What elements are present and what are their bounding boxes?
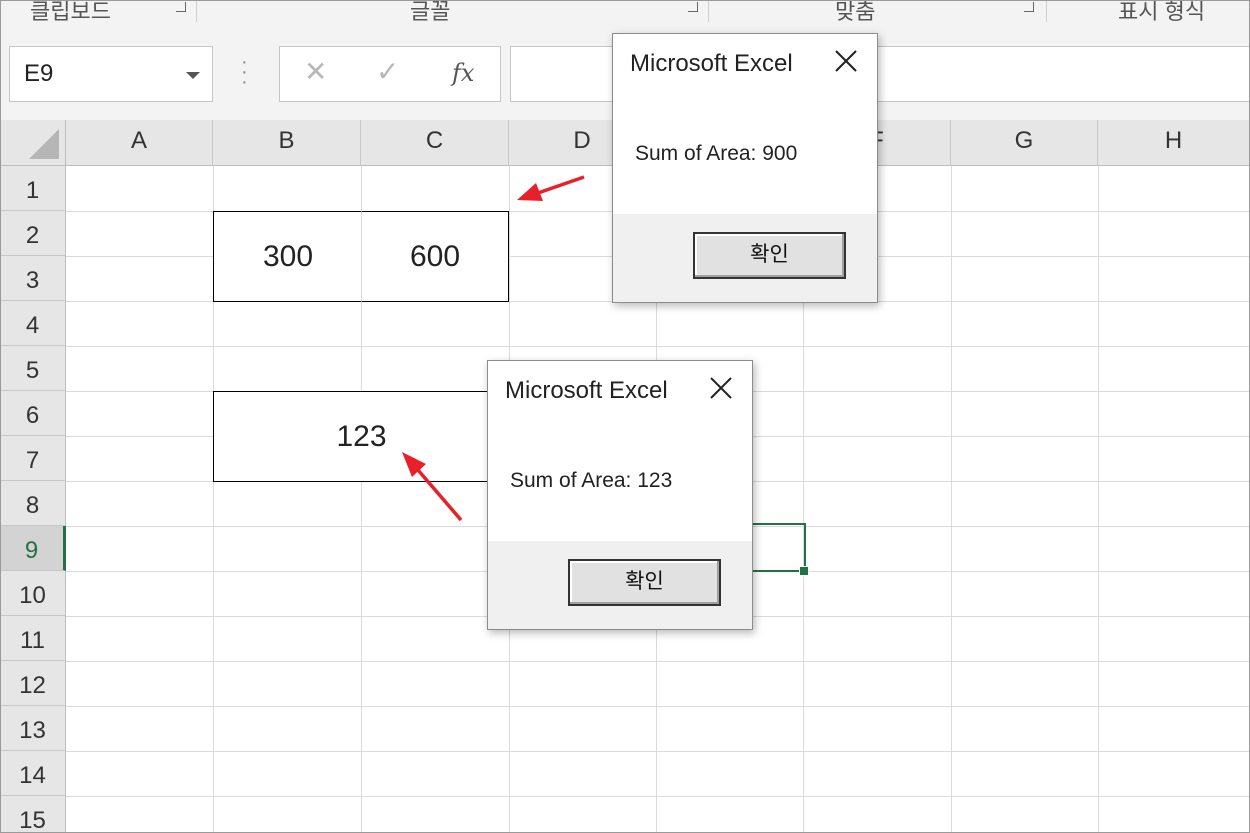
name-box-value: E9 [24, 60, 54, 87]
column-header-c[interactable]: C [361, 120, 509, 166]
close-icon[interactable] [833, 48, 859, 74]
dialog-message: Sum of Area: 900 [635, 142, 798, 165]
select-all-icon [29, 129, 59, 159]
row-header-3[interactable]: 3 [0, 256, 66, 301]
dialog-title: Microsoft Excel [505, 377, 668, 404]
dialog-message: Sum of Area: 123 [510, 469, 673, 492]
column-header-b[interactable]: B [213, 120, 361, 166]
gridline-vertical [951, 166, 952, 833]
row-header-9[interactable]: 9 [0, 526, 66, 571]
row-header-14[interactable]: 14 [0, 751, 66, 796]
row-header-1[interactable]: 1 [0, 166, 66, 211]
gridline-vertical [1098, 166, 1099, 833]
row-header-12[interactable]: 12 [0, 661, 66, 706]
merged-cell-b2[interactable]: 300 [213, 211, 362, 302]
row-header-15[interactable]: 15 [0, 796, 66, 833]
row-header-6[interactable]: 6 [0, 391, 66, 436]
cancel-icon[interactable]: ✕ [304, 55, 327, 88]
ribbon-group-alignment: 맞춤 [835, 0, 876, 24]
ribbon-group-clipboard: 클립보드 [30, 0, 111, 24]
ribbon-separator [1046, 0, 1047, 22]
gridline-horizontal [66, 346, 1250, 347]
row-header-13[interactable]: 13 [0, 706, 66, 751]
row-header-8[interactable]: 8 [0, 481, 66, 526]
row-header-10[interactable]: 10 [0, 571, 66, 616]
gridline-horizontal [66, 796, 1250, 797]
gridline-horizontal [66, 661, 1250, 662]
column-header-a[interactable]: A [66, 120, 213, 166]
dialog-footer: 확인 [488, 541, 752, 629]
chevron-down-icon[interactable] [186, 72, 200, 79]
gridline-horizontal [66, 751, 1250, 752]
message-dialog-top: Microsoft Excel Sum of Area: 900 확인 [612, 33, 878, 303]
row-header-7[interactable]: 7 [0, 436, 66, 481]
dialog-footer: 확인 [613, 214, 877, 302]
ok-button[interactable]: 확인 [693, 232, 846, 279]
gridline-horizontal [66, 706, 1250, 707]
row-header-2[interactable]: 2 [0, 211, 66, 256]
font-launcher-icon[interactable] [688, 2, 698, 12]
close-icon[interactable] [708, 375, 734, 401]
fill-handle[interactable] [799, 566, 809, 576]
enter-check-icon[interactable]: ✓ [376, 55, 399, 88]
merged-cell-c2[interactable]: 600 [361, 211, 509, 302]
ribbon-group-font: 글꼴 [410, 0, 451, 24]
message-dialog-bottom: Microsoft Excel Sum of Area: 123 확인 [487, 360, 753, 630]
ribbon-group-number: 표시 형식 [1118, 0, 1206, 24]
column-header-h[interactable]: H [1098, 120, 1250, 166]
drag-handle-icon[interactable]: · · · [241, 52, 248, 92]
clipboard-launcher-icon[interactable] [176, 2, 186, 12]
dialog-title: Microsoft Excel [630, 50, 793, 77]
ribbon-separator [196, 0, 197, 22]
insert-function-icon[interactable]: fx [452, 59, 474, 87]
merged-cell-b6[interactable]: 123 [213, 391, 510, 482]
ok-button[interactable]: 확인 [568, 559, 721, 606]
ribbon-group-labels: 클립보드 글꼴 맞춤 표시 형식 [0, 0, 1250, 25]
column-header-g[interactable]: G [951, 120, 1098, 166]
alignment-launcher-icon[interactable] [1024, 2, 1034, 12]
row-header-11[interactable]: 11 [0, 616, 66, 661]
row-header-5[interactable]: 5 [0, 346, 66, 391]
row-header-4[interactable]: 4 [0, 301, 66, 346]
formula-buttons: ✕ ✓ fx [279, 46, 501, 102]
select-all-corner[interactable] [0, 120, 66, 166]
ribbon-separator [708, 0, 709, 22]
name-box[interactable]: E9 [9, 46, 213, 102]
